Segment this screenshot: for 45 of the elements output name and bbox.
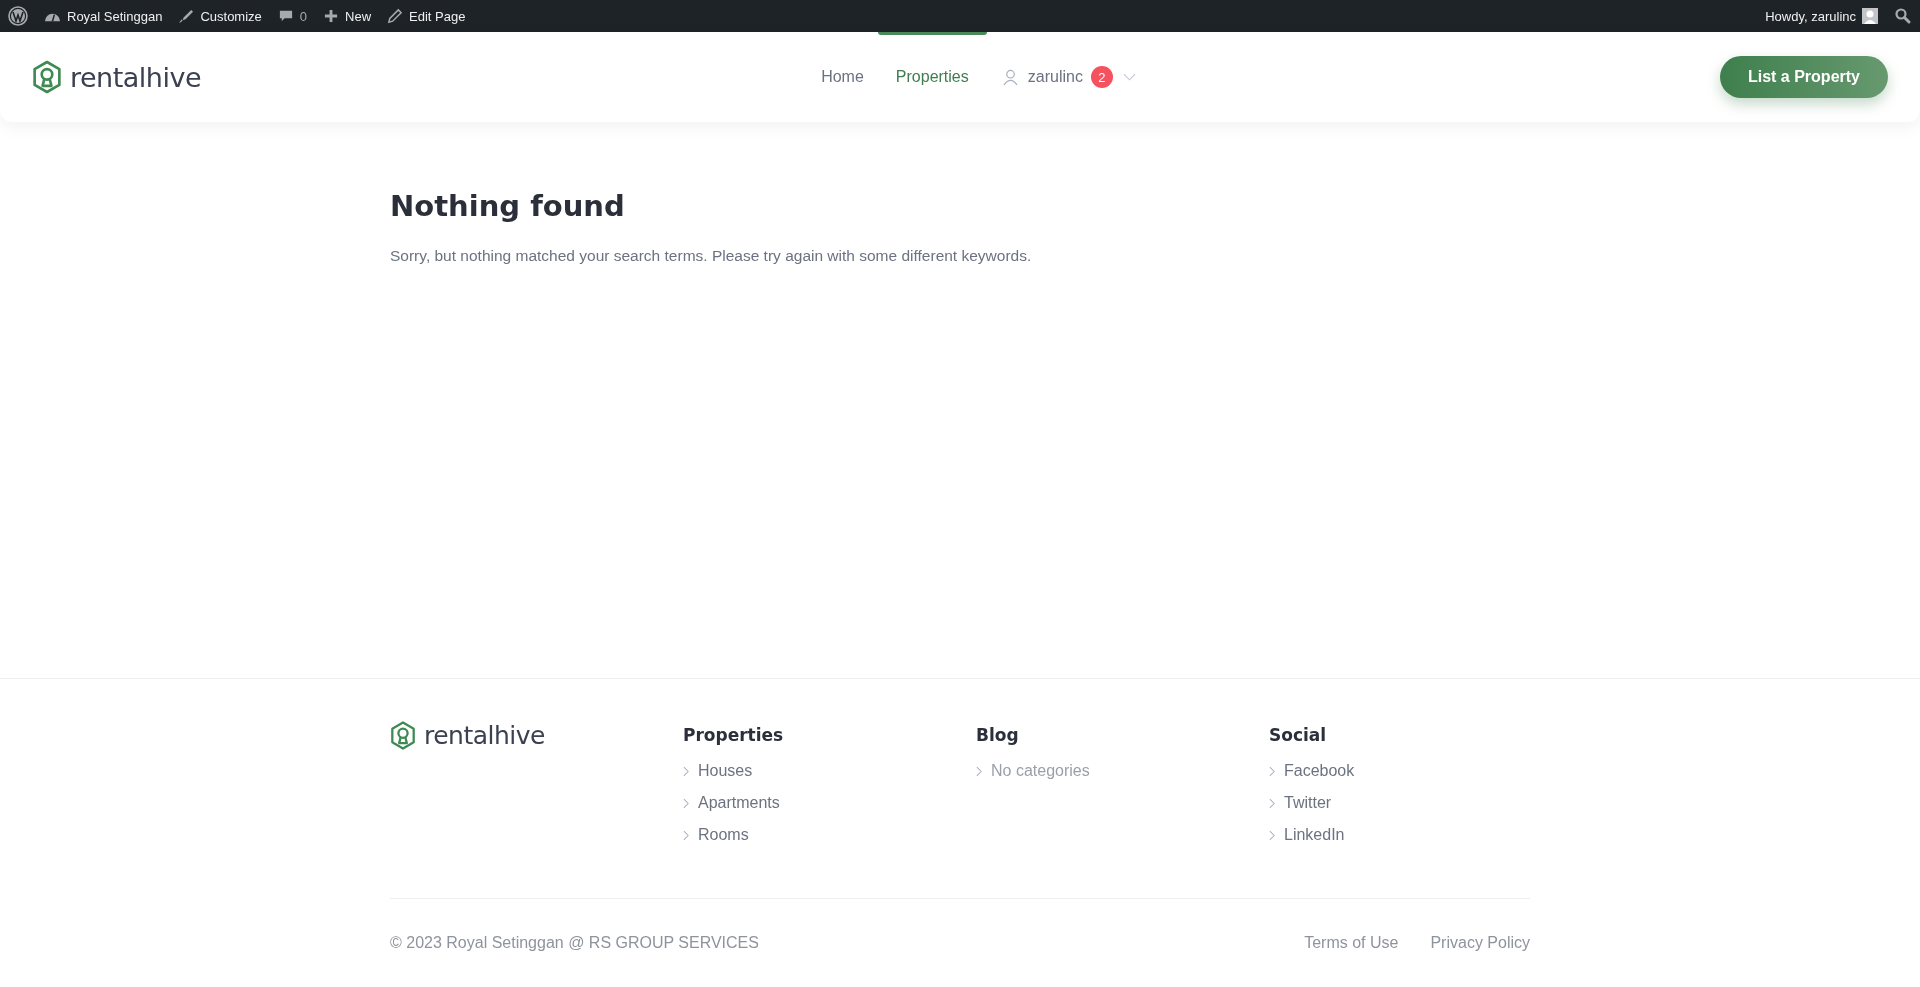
hexagon-keyhole-icon (390, 721, 416, 750)
notification-badge: 2 (1090, 66, 1113, 88)
search-icon (1894, 7, 1912, 25)
site-logo[interactable]: rentalhive (32, 60, 202, 94)
footer-link[interactable]: Facebook (1284, 762, 1355, 780)
chevron-down-icon (1122, 73, 1136, 81)
admin-bar-link[interactable]: Edit Page (379, 0, 474, 32)
nav-link[interactable]: Properties (879, 32, 985, 122)
chevron-right-icon (1269, 829, 1275, 841)
copyright-text: © 2023 Royal Setinggan @ RS GROUP SERVICES (390, 934, 759, 952)
message-text: Sorry, but nothing matched your search terms. Please try again with some different keywords. (390, 247, 1033, 265)
footer-link[interactable]: Apartments (698, 794, 780, 812)
comments-link[interactable]: 0 (269, 0, 316, 32)
legal-link[interactable]: Privacy Policy (1430, 934, 1530, 952)
pencil-icon (387, 8, 404, 24)
chevron-right-icon (683, 797, 689, 809)
list-property-button[interactable]: List a Property (1719, 56, 1888, 98)
wordpress-logo-icon (8, 6, 28, 26)
chevron-right-icon (683, 829, 689, 841)
plus-icon (323, 8, 340, 24)
admin-bar-link[interactable]: New (315, 0, 380, 32)
empty-note: No categories (991, 762, 1090, 780)
avatar-silhouette-icon (1862, 8, 1878, 24)
account-menu-link[interactable]: Howdy, zarulinc (1757, 0, 1886, 32)
chevron-right-icon (1269, 797, 1275, 809)
nav-link[interactable]: Home (805, 32, 880, 122)
site-name-link[interactable]: Royal Setinggan (36, 0, 171, 32)
footer-link[interactable]: Twitter (1284, 794, 1332, 812)
chevron-right-icon (1269, 765, 1275, 777)
footer-link[interactable]: Houses (698, 762, 753, 780)
column-heading: Properties (683, 725, 785, 745)
footer-link[interactable]: Rooms (698, 826, 749, 844)
admin-bar-link[interactable]: Customize (170, 0, 270, 32)
legal-link[interactable]: Terms of Use (1304, 934, 1399, 952)
site-logo[interactable]: rentalhive (390, 721, 683, 750)
brush-icon (178, 8, 195, 24)
page-heading: Nothing found (390, 189, 626, 223)
footer-link[interactable]: LinkedIn (1284, 826, 1345, 844)
chevron-right-icon (683, 765, 689, 777)
chevron-right-icon (976, 765, 982, 777)
hexagon-keyhole-icon (32, 60, 62, 94)
column-heading: Social (1269, 725, 1328, 745)
user-menu[interactable]: zarulinc 2 (984, 66, 1136, 88)
column-heading: Blog (976, 725, 1020, 745)
user-icon (1002, 68, 1018, 86)
